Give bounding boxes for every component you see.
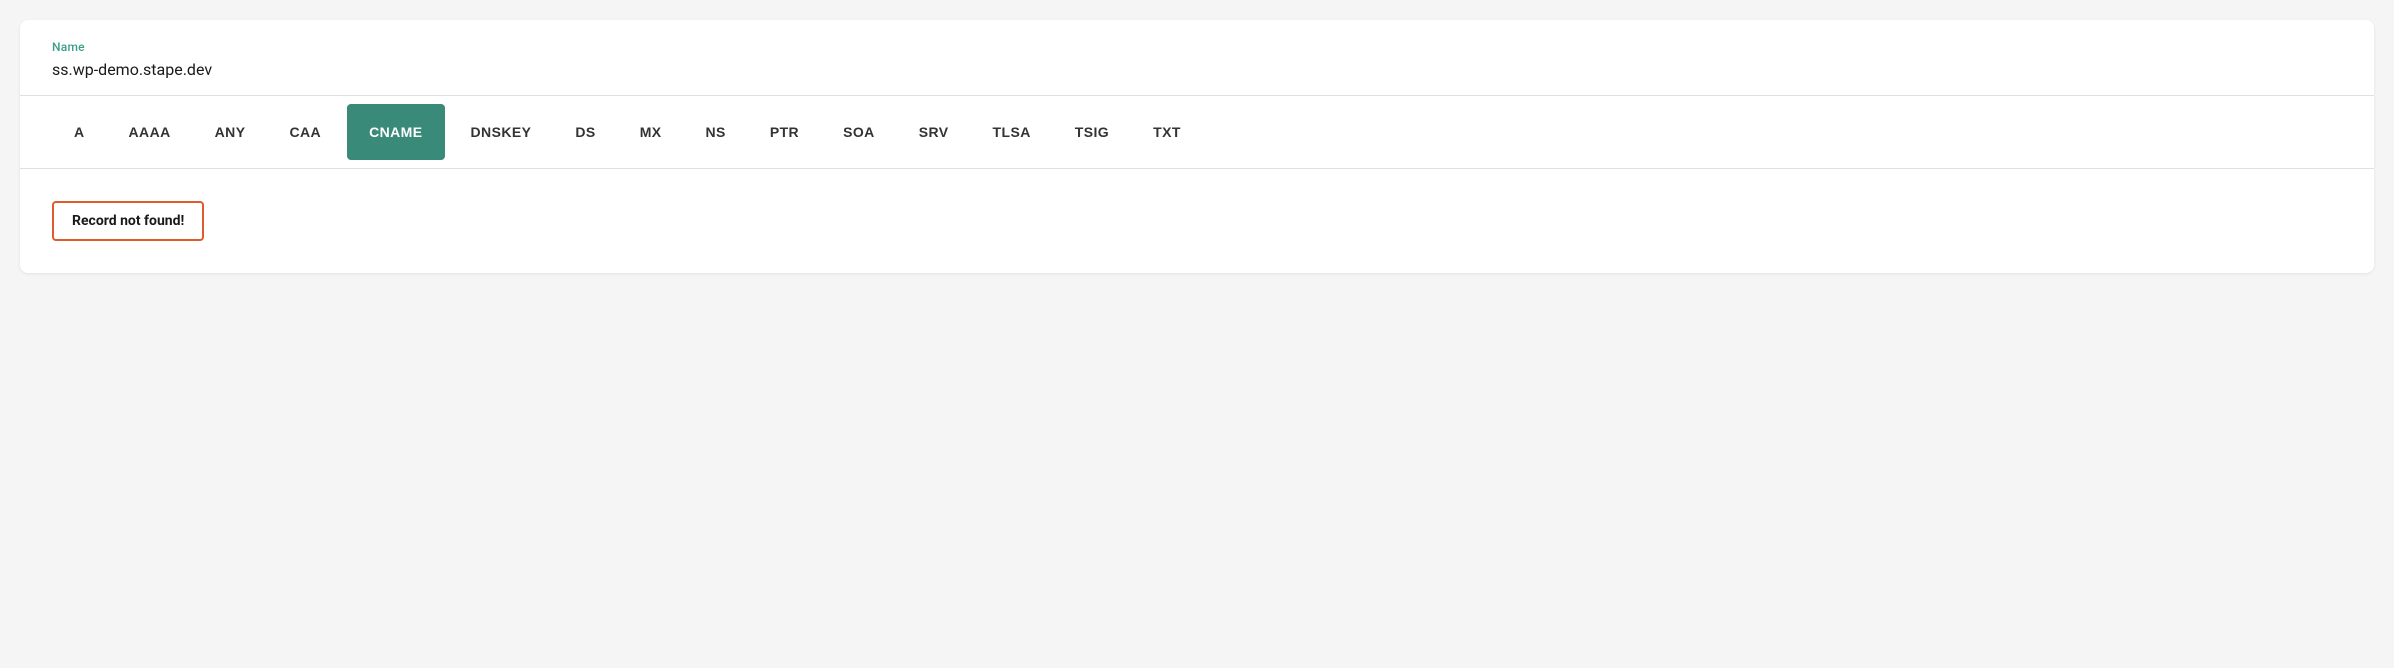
tab-TXT[interactable]: TXT (1131, 104, 1203, 160)
tab-NS[interactable]: NS (684, 104, 748, 160)
name-value: ss.wp-demo.stape.dev (52, 60, 2342, 79)
tab-DNSKEY[interactable]: DNSKEY (449, 104, 554, 160)
tab-SOA[interactable]: SOA (821, 104, 897, 160)
tab-DS[interactable]: DS (553, 104, 617, 160)
tab-TLSA[interactable]: TLSA (971, 104, 1053, 160)
content-section: Record not found! (20, 169, 2374, 273)
tab-A[interactable]: A (52, 104, 107, 160)
tab-CAA[interactable]: CAA (267, 104, 343, 160)
tab-TSIG[interactable]: TSIG (1053, 104, 1131, 160)
tab-SRV[interactable]: SRV (897, 104, 971, 160)
tab-PTR[interactable]: PTR (748, 104, 821, 160)
record-not-found-badge: Record not found! (52, 201, 204, 241)
tab-AAAA[interactable]: AAAA (107, 104, 193, 160)
tab-ANY[interactable]: ANY (193, 104, 268, 160)
tabs-section: A AAAA ANY CAA CNAME DNSKEY DS MX NS PTR… (20, 96, 2374, 169)
name-label: Name (52, 40, 2342, 54)
tab-MX[interactable]: MX (618, 104, 684, 160)
name-section: Name ss.wp-demo.stape.dev (20, 20, 2374, 96)
main-card: Name ss.wp-demo.stape.dev A AAAA ANY CAA… (20, 20, 2374, 273)
tab-CNAME[interactable]: CNAME (347, 104, 444, 160)
